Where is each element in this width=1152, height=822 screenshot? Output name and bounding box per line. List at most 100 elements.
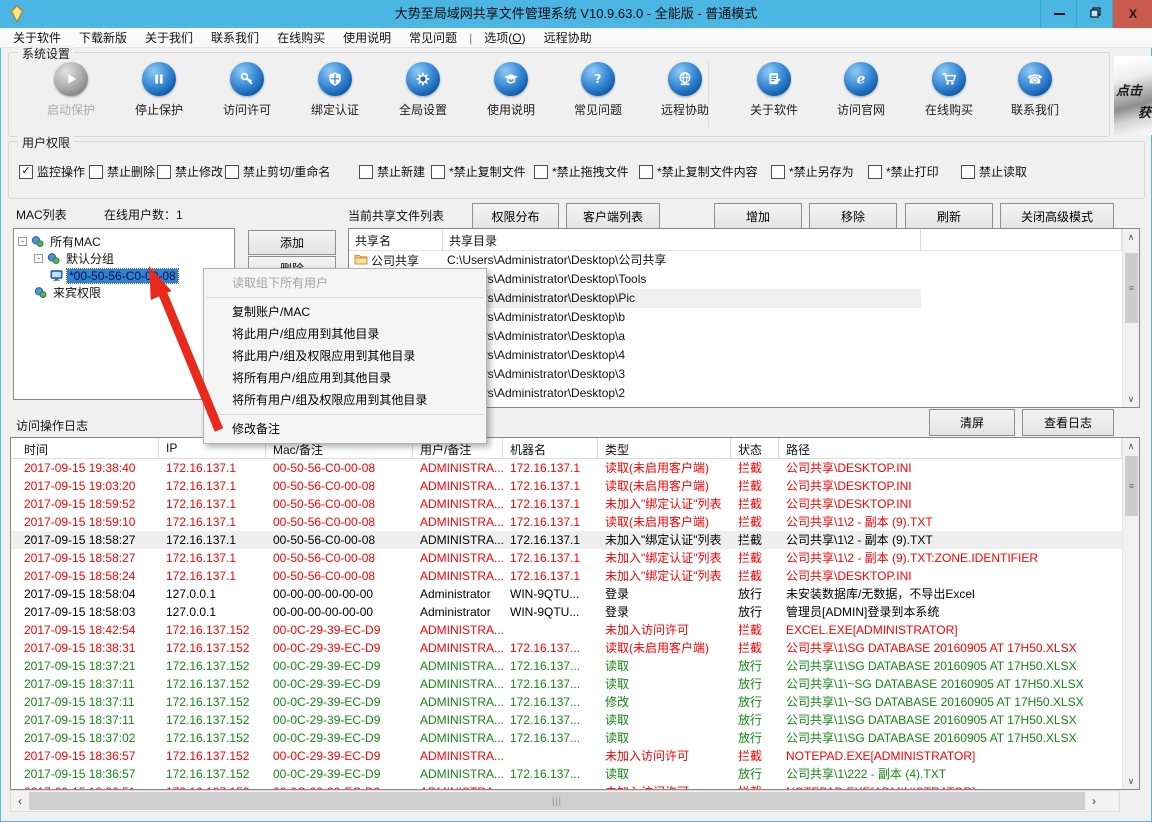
- menu-item-3[interactable]: 联系我们: [202, 29, 268, 46]
- context-menu-item-0: 读取组下所有用户: [204, 272, 486, 294]
- add-mac-button[interactable]: 添加: [248, 230, 336, 255]
- menu-item-6[interactable]: 常见问题: [400, 29, 466, 46]
- scroll-thumb[interactable]: |||: [29, 792, 1085, 810]
- log-col-4[interactable]: 机器名: [503, 438, 598, 458]
- minimize-button[interactable]: [1040, 0, 1077, 28]
- log-cell-ip: 172.16.137.1: [159, 549, 266, 567]
- clear-screen-button[interactable]: 清屏: [929, 409, 1015, 436]
- log-col-5[interactable]: 类型: [598, 438, 731, 458]
- log-row-7[interactable]: 2017-09-15 18:58:04127.0.0.100-00-00-00-…: [11, 585, 1122, 603]
- permission-checkbox-6[interactable]: *禁止拖拽文件: [534, 163, 629, 180]
- scroll-down-button[interactable]: ∨: [1123, 391, 1139, 407]
- permission-checkbox-8[interactable]: *禁止另存为: [771, 163, 854, 180]
- menu-item-2[interactable]: 关于我们: [136, 29, 202, 46]
- ie-toolbar-button[interactable]: e访问官网: [818, 62, 904, 118]
- tree-item-3[interactable]: 来宾权限: [14, 284, 234, 301]
- question-toolbar-button[interactable]: ?常见问题: [555, 62, 641, 118]
- scroll-thumb[interactable]: ≡: [1125, 253, 1138, 323]
- log-row-2[interactable]: 2017-09-15 18:59:52172.16.137.100-50-56-…: [11, 495, 1122, 513]
- grad-cap-toolbar-button[interactable]: 使用说明: [468, 62, 554, 118]
- log-row-8[interactable]: 2017-09-15 18:58:03127.0.0.100-00-00-00-…: [11, 603, 1122, 621]
- context-menu-item-1[interactable]: 复制账户/MAC: [204, 301, 486, 323]
- menu-item-0[interactable]: 关于软件: [4, 29, 70, 46]
- tree-item-1[interactable]: -默认分组: [14, 250, 234, 267]
- log-row-16[interactable]: 2017-09-15 18:36:57172.16.137.15200-0C-2…: [11, 747, 1122, 765]
- log-row-9[interactable]: 2017-09-15 18:42:54172.16.137.15200-0C-2…: [11, 621, 1122, 639]
- context-menu-item-6[interactable]: 修改备注: [204, 418, 486, 440]
- promo-image[interactable]: 点击 获: [1114, 56, 1152, 135]
- edit-doc-toolbar-button[interactable]: 关于软件: [731, 62, 817, 118]
- key-toolbar-button[interactable]: 访问许可: [204, 62, 290, 118]
- log-row-18[interactable]: 2017-09-15 18:36:51172.16.137.15200-0C-2…: [11, 783, 1122, 789]
- context-menu-item-5[interactable]: 将所有用户/组及权限应用到其他目录: [204, 389, 486, 411]
- menu-item-4[interactable]: 在线购买: [268, 29, 334, 46]
- scroll-down-button[interactable]: ∨: [1123, 773, 1139, 789]
- log-row-4[interactable]: 2017-09-15 18:58:27172.16.137.100-50-56-…: [11, 531, 1122, 549]
- scroll-up-button[interactable]: ∧: [1123, 229, 1139, 245]
- tree-item-0[interactable]: -所有MAC: [14, 233, 234, 250]
- log-row-10[interactable]: 2017-09-15 18:38:31172.16.137.15200-0C-2…: [11, 639, 1122, 657]
- log-row-11[interactable]: 2017-09-15 18:37:21172.16.137.15200-0C-2…: [11, 657, 1122, 675]
- scroll-thumb[interactable]: ≡: [1125, 456, 1138, 516]
- permission-checkbox-2[interactable]: 禁止修改: [157, 163, 223, 180]
- toolbar-button-label: 访问许可: [204, 101, 290, 118]
- play-toolbar-button[interactable]: 启动保护: [28, 62, 114, 118]
- close-button[interactable]: X: [1112, 0, 1152, 28]
- scroll-right-button[interactable]: ›: [1085, 791, 1103, 811]
- log-row-3[interactable]: 2017-09-15 18:59:10172.16.137.100-50-56-…: [11, 513, 1122, 531]
- log-row-6[interactable]: 2017-09-15 18:58:24172.16.137.100-50-56-…: [11, 567, 1122, 585]
- context-menu-item-2[interactable]: 将此用户/组应用到其他目录: [204, 323, 486, 345]
- permission-checkbox-4[interactable]: 禁止新建: [359, 163, 425, 180]
- menu-item-8[interactable]: 选项(O): [475, 29, 534, 46]
- restore-button[interactable]: [1076, 0, 1113, 28]
- log-row-14[interactable]: 2017-09-15 18:37:11172.16.137.15200-0C-2…: [11, 711, 1122, 729]
- tree-expander-icon[interactable]: -: [18, 237, 27, 246]
- title-bar[interactable]: 大势至局域网共享文件管理系统 V10.9.63.0 - 全能版 - 普通模式 X: [0, 0, 1152, 28]
- share-vertical-scrollbar[interactable]: ∧ ≡ ∨: [1122, 229, 1139, 407]
- globe-toolbar-button[interactable]: 远程协助: [642, 62, 728, 118]
- log-row-1[interactable]: 2017-09-15 19:03:20172.16.137.100-50-56-…: [11, 477, 1122, 495]
- context-menu-item-4[interactable]: 将所有用户/组应用到其他目录: [204, 367, 486, 389]
- log-row-13[interactable]: 2017-09-15 18:37:11172.16.137.15200-0C-2…: [11, 693, 1122, 711]
- log-vertical-scrollbar[interactable]: ∧ ≡ ∨: [1122, 438, 1139, 789]
- log-row-0[interactable]: 2017-09-15 19:38:40172.16.137.100-50-56-…: [11, 459, 1122, 477]
- scroll-left-button[interactable]: ‹: [11, 791, 29, 811]
- log-col-7[interactable]: 路径: [779, 438, 1122, 458]
- permission-checkbox-10[interactable]: 禁止读取: [961, 163, 1027, 180]
- log-cell-user: ADMINISTRA...: [413, 531, 503, 549]
- client-list-button[interactable]: 客户端列表: [566, 203, 660, 230]
- context-menu-item-3[interactable]: 将此用户/组及权限应用到其他目录: [204, 345, 486, 367]
- share-col-dir[interactable]: 共享目录: [443, 229, 921, 250]
- pause-toolbar-button[interactable]: 停止保护: [116, 62, 202, 118]
- close-advanced-mode-button[interactable]: 关闭高级模式: [1000, 203, 1114, 230]
- menu-item-1[interactable]: 下载新版: [70, 29, 136, 46]
- permission-checkbox-9[interactable]: *禁止打印: [868, 163, 939, 180]
- cart-toolbar-button[interactable]: 在线购买: [906, 62, 992, 118]
- shield-toolbar-button[interactable]: 绑定认证: [292, 62, 378, 118]
- permission-checkbox-0[interactable]: ✓监控操作: [19, 163, 85, 180]
- permission-checkbox-1[interactable]: 禁止删除: [89, 163, 155, 180]
- scroll-up-button[interactable]: ∧: [1123, 438, 1139, 454]
- log-row-15[interactable]: 2017-09-15 18:37:02172.16.137.15200-0C-2…: [11, 729, 1122, 747]
- refresh-button[interactable]: 刷新: [905, 203, 993, 230]
- menu-item-5[interactable]: 使用说明: [334, 29, 400, 46]
- log-horizontal-scrollbar[interactable]: ‹ ||| ›: [10, 790, 1120, 812]
- log-row-12[interactable]: 2017-09-15 18:37:11172.16.137.15200-0C-2…: [11, 675, 1122, 693]
- permission-checkbox-5[interactable]: *禁止复制文件: [431, 163, 526, 180]
- permission-checkbox-3[interactable]: 禁止剪切/重命名: [225, 163, 330, 180]
- tree-item-2[interactable]: *00-50-56-C0-00-08: [14, 267, 234, 284]
- log-col-0[interactable]: 时间: [11, 438, 159, 458]
- share-col-name[interactable]: 共享名: [349, 229, 443, 250]
- phone-toolbar-button[interactable]: ☎联系我们: [992, 62, 1078, 118]
- gear-toolbar-button[interactable]: 全局设置: [380, 62, 466, 118]
- view-log-button[interactable]: 查看日志: [1022, 409, 1114, 436]
- log-row-5[interactable]: 2017-09-15 18:58:27172.16.137.100-50-56-…: [11, 549, 1122, 567]
- log-col-6[interactable]: 状态: [731, 438, 779, 458]
- tree-expander-icon[interactable]: -: [34, 254, 43, 263]
- permission-checkbox-7[interactable]: *禁止复制文件内容: [639, 163, 758, 180]
- permission-distribution-button[interactable]: 权限分布: [472, 203, 559, 230]
- log-row-17[interactable]: 2017-09-15 18:36:57172.16.137.15200-0C-2…: [11, 765, 1122, 783]
- remove-share-button[interactable]: 移除: [809, 203, 897, 230]
- add-share-button[interactable]: 增加: [714, 203, 802, 230]
- menu-item-9[interactable]: 远程协助: [535, 29, 601, 46]
